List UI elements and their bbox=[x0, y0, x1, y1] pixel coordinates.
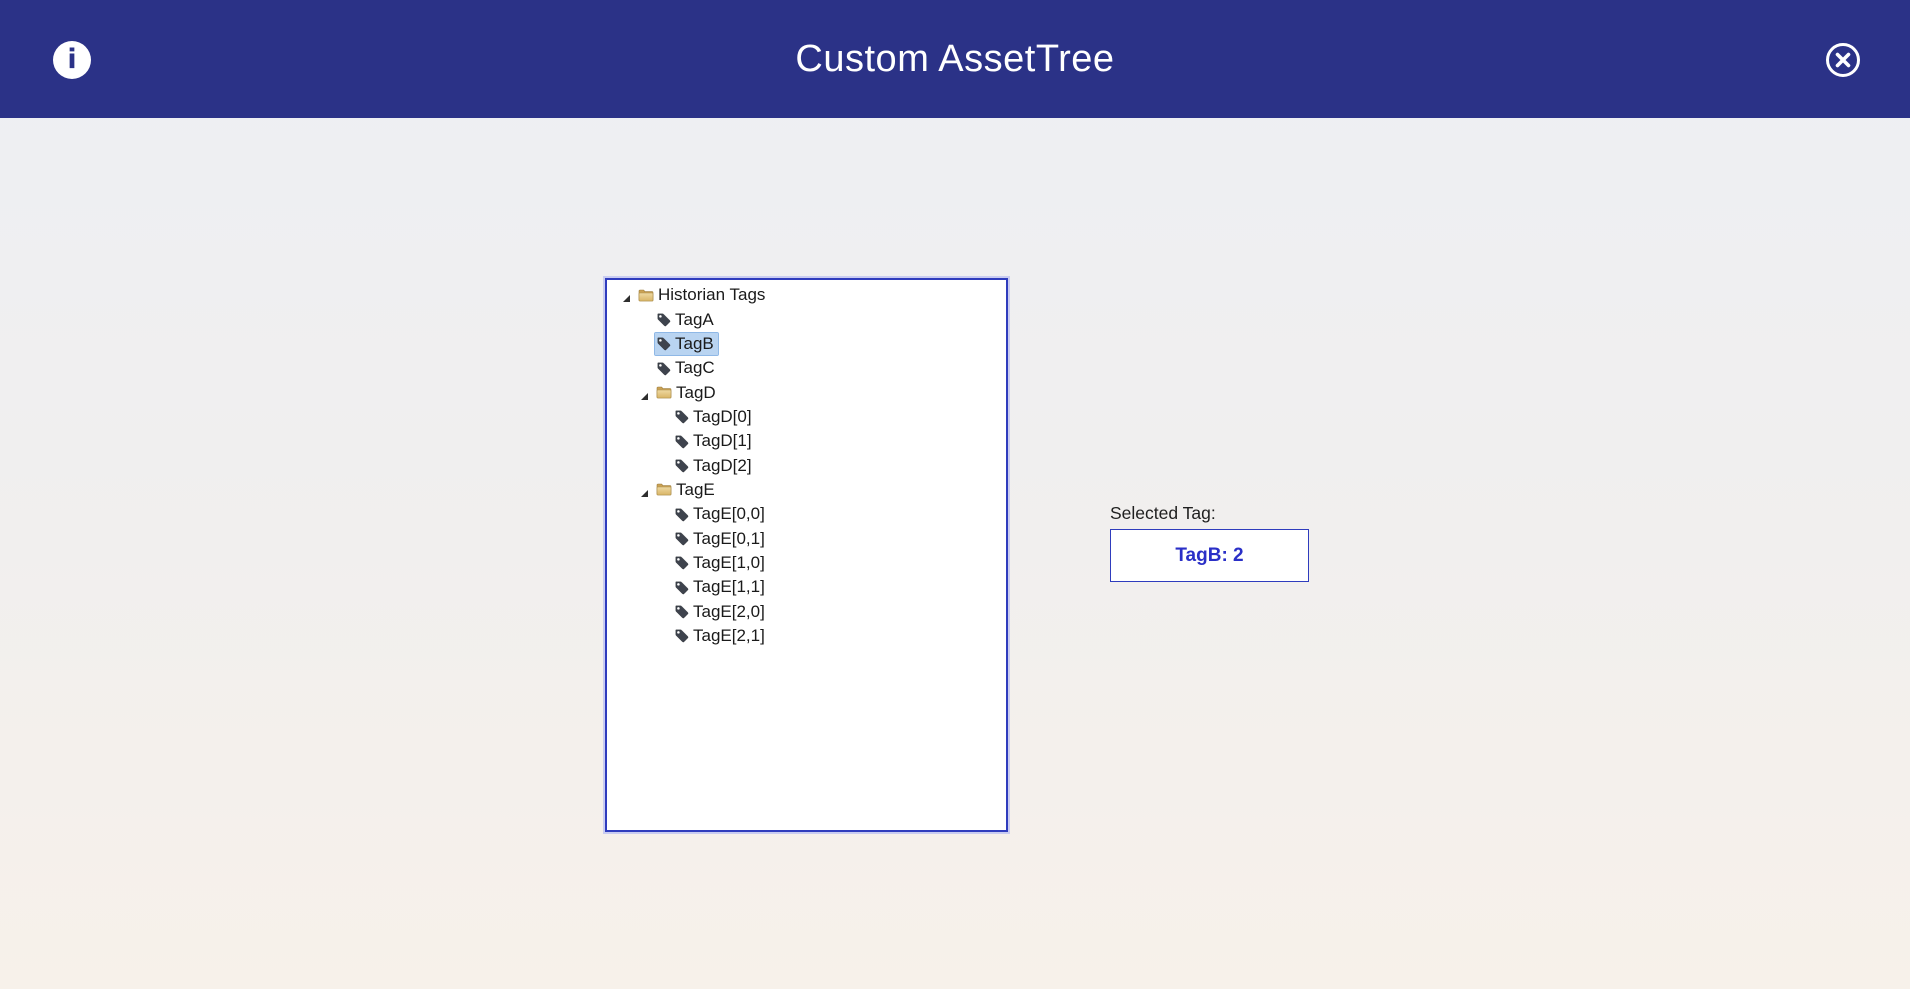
tree-node-content[interactable]: TagE[2,0] bbox=[673, 601, 769, 623]
expander-icon[interactable] bbox=[641, 483, 655, 497]
tree-node-content[interactable]: TagD[2] bbox=[673, 455, 756, 477]
tree-node-tage-0-0[interactable]: TagE[0,0] bbox=[607, 502, 1006, 526]
tag-icon bbox=[656, 336, 671, 351]
tree-node-label: TagD[0] bbox=[693, 407, 752, 427]
tree-node-label: TagC bbox=[675, 358, 715, 378]
tag-icon bbox=[674, 458, 689, 473]
tag-icon bbox=[674, 507, 689, 522]
expander-spacer bbox=[641, 313, 655, 327]
expander-spacer bbox=[641, 361, 655, 375]
tree-node-label: TagE[2,0] bbox=[693, 602, 765, 622]
tag-icon bbox=[656, 312, 671, 327]
expander-spacer bbox=[641, 337, 655, 351]
tag-icon bbox=[656, 361, 671, 376]
tree-node-tage-2-1[interactable]: TagE[2,1] bbox=[607, 624, 1006, 648]
expander-spacer bbox=[659, 434, 673, 448]
tree-node-label: TagA bbox=[675, 310, 714, 330]
info-button[interactable]: i bbox=[53, 41, 91, 79]
selected-tag-value: TagB: 2 bbox=[1175, 545, 1243, 567]
tree-node-tage-0-1[interactable]: TagE[0,1] bbox=[607, 526, 1006, 550]
expander-spacer bbox=[659, 629, 673, 643]
tree-node-label: TagE[1,0] bbox=[693, 553, 765, 573]
close-button[interactable] bbox=[1824, 41, 1862, 79]
close-icon bbox=[1824, 41, 1862, 79]
tree-node-tage-2-0[interactable]: TagE[2,0] bbox=[607, 599, 1006, 623]
tree-node-tagc[interactable]: TagC bbox=[607, 356, 1006, 380]
tree-node-label: TagE bbox=[676, 480, 715, 500]
expander-spacer bbox=[659, 580, 673, 594]
tree-node-label: TagB bbox=[675, 334, 714, 354]
selected-tag-label: Selected Tag: bbox=[1110, 503, 1216, 524]
tree-node-content[interactable]: TagE[1,0] bbox=[673, 552, 769, 574]
tree-node-content[interactable]: TagC bbox=[655, 357, 719, 379]
header-bar: Custom AssetTree i bbox=[0, 0, 1910, 118]
tree-node-historian-tags[interactable]: Historian Tags bbox=[607, 283, 1006, 307]
folder-icon bbox=[638, 289, 654, 302]
tree-node-label: TagE[0,0] bbox=[693, 504, 765, 524]
tree-node-content[interactable]: TagD[0] bbox=[673, 406, 756, 428]
tag-icon bbox=[674, 604, 689, 619]
tag-icon bbox=[674, 580, 689, 595]
tree-node-label: TagE[1,1] bbox=[693, 577, 765, 597]
tree-node-content[interactable]: TagE[0,0] bbox=[673, 503, 769, 525]
tree-node-tage[interactable]: TagE bbox=[607, 478, 1006, 502]
tree-node-tagb[interactable]: TagB bbox=[607, 332, 1006, 356]
tree-node-content[interactable]: TagE[1,1] bbox=[673, 576, 769, 598]
tree-node-label: TagE[2,1] bbox=[693, 626, 765, 646]
tag-icon bbox=[674, 555, 689, 570]
tree-node-tage-1-0[interactable]: TagE[1,0] bbox=[607, 551, 1006, 575]
folder-icon bbox=[656, 386, 672, 399]
expander-icon[interactable] bbox=[641, 386, 655, 400]
tree-node-label: TagD[2] bbox=[693, 456, 752, 476]
tree-node-content[interactable]: TagE bbox=[655, 479, 719, 501]
expander-spacer bbox=[659, 556, 673, 570]
expander-spacer bbox=[659, 605, 673, 619]
tree-node-tagd-1[interactable]: TagD[1] bbox=[607, 429, 1006, 453]
tree-node-content[interactable]: TagA bbox=[655, 309, 718, 331]
tree-node-label: Historian Tags bbox=[658, 285, 765, 305]
tree-node-tagd-0[interactable]: TagD[0] bbox=[607, 405, 1006, 429]
tree-node-label: TagD bbox=[676, 383, 716, 403]
expander-spacer bbox=[659, 532, 673, 546]
page-title: Custom AssetTree bbox=[0, 0, 1910, 118]
tag-icon bbox=[674, 628, 689, 643]
tree-node-content[interactable]: TagE[0,1] bbox=[673, 528, 769, 550]
tag-icon bbox=[674, 409, 689, 424]
asset-tree-panel: Historian Tags TagA TagB TagC TagD TagD[… bbox=[605, 278, 1008, 832]
tag-icon bbox=[674, 434, 689, 449]
folder-icon bbox=[656, 483, 672, 496]
tree-node-label: TagE[0,1] bbox=[693, 529, 765, 549]
tag-icon bbox=[674, 531, 689, 546]
tree-node-content[interactable]: TagE[2,1] bbox=[673, 625, 769, 647]
expander-spacer bbox=[659, 410, 673, 424]
tree-node-taga[interactable]: TagA bbox=[607, 307, 1006, 331]
tree-node-tagd-2[interactable]: TagD[2] bbox=[607, 453, 1006, 477]
tree-node-label: TagD[1] bbox=[693, 431, 752, 451]
tree-node-content[interactable]: TagB bbox=[655, 333, 718, 355]
tree-node-tagd[interactable]: TagD bbox=[607, 380, 1006, 404]
expander-icon[interactable] bbox=[623, 288, 637, 302]
info-icon: i bbox=[67, 46, 76, 73]
expander-spacer bbox=[659, 507, 673, 521]
tree-node-content[interactable]: Historian Tags bbox=[637, 284, 769, 306]
tree-node-content[interactable]: TagD bbox=[655, 382, 720, 404]
expander-spacer bbox=[659, 459, 673, 473]
tree-node-content[interactable]: TagD[1] bbox=[673, 430, 756, 452]
selected-tag-box: TagB: 2 bbox=[1110, 529, 1309, 582]
tree-node-tage-1-1[interactable]: TagE[1,1] bbox=[607, 575, 1006, 599]
